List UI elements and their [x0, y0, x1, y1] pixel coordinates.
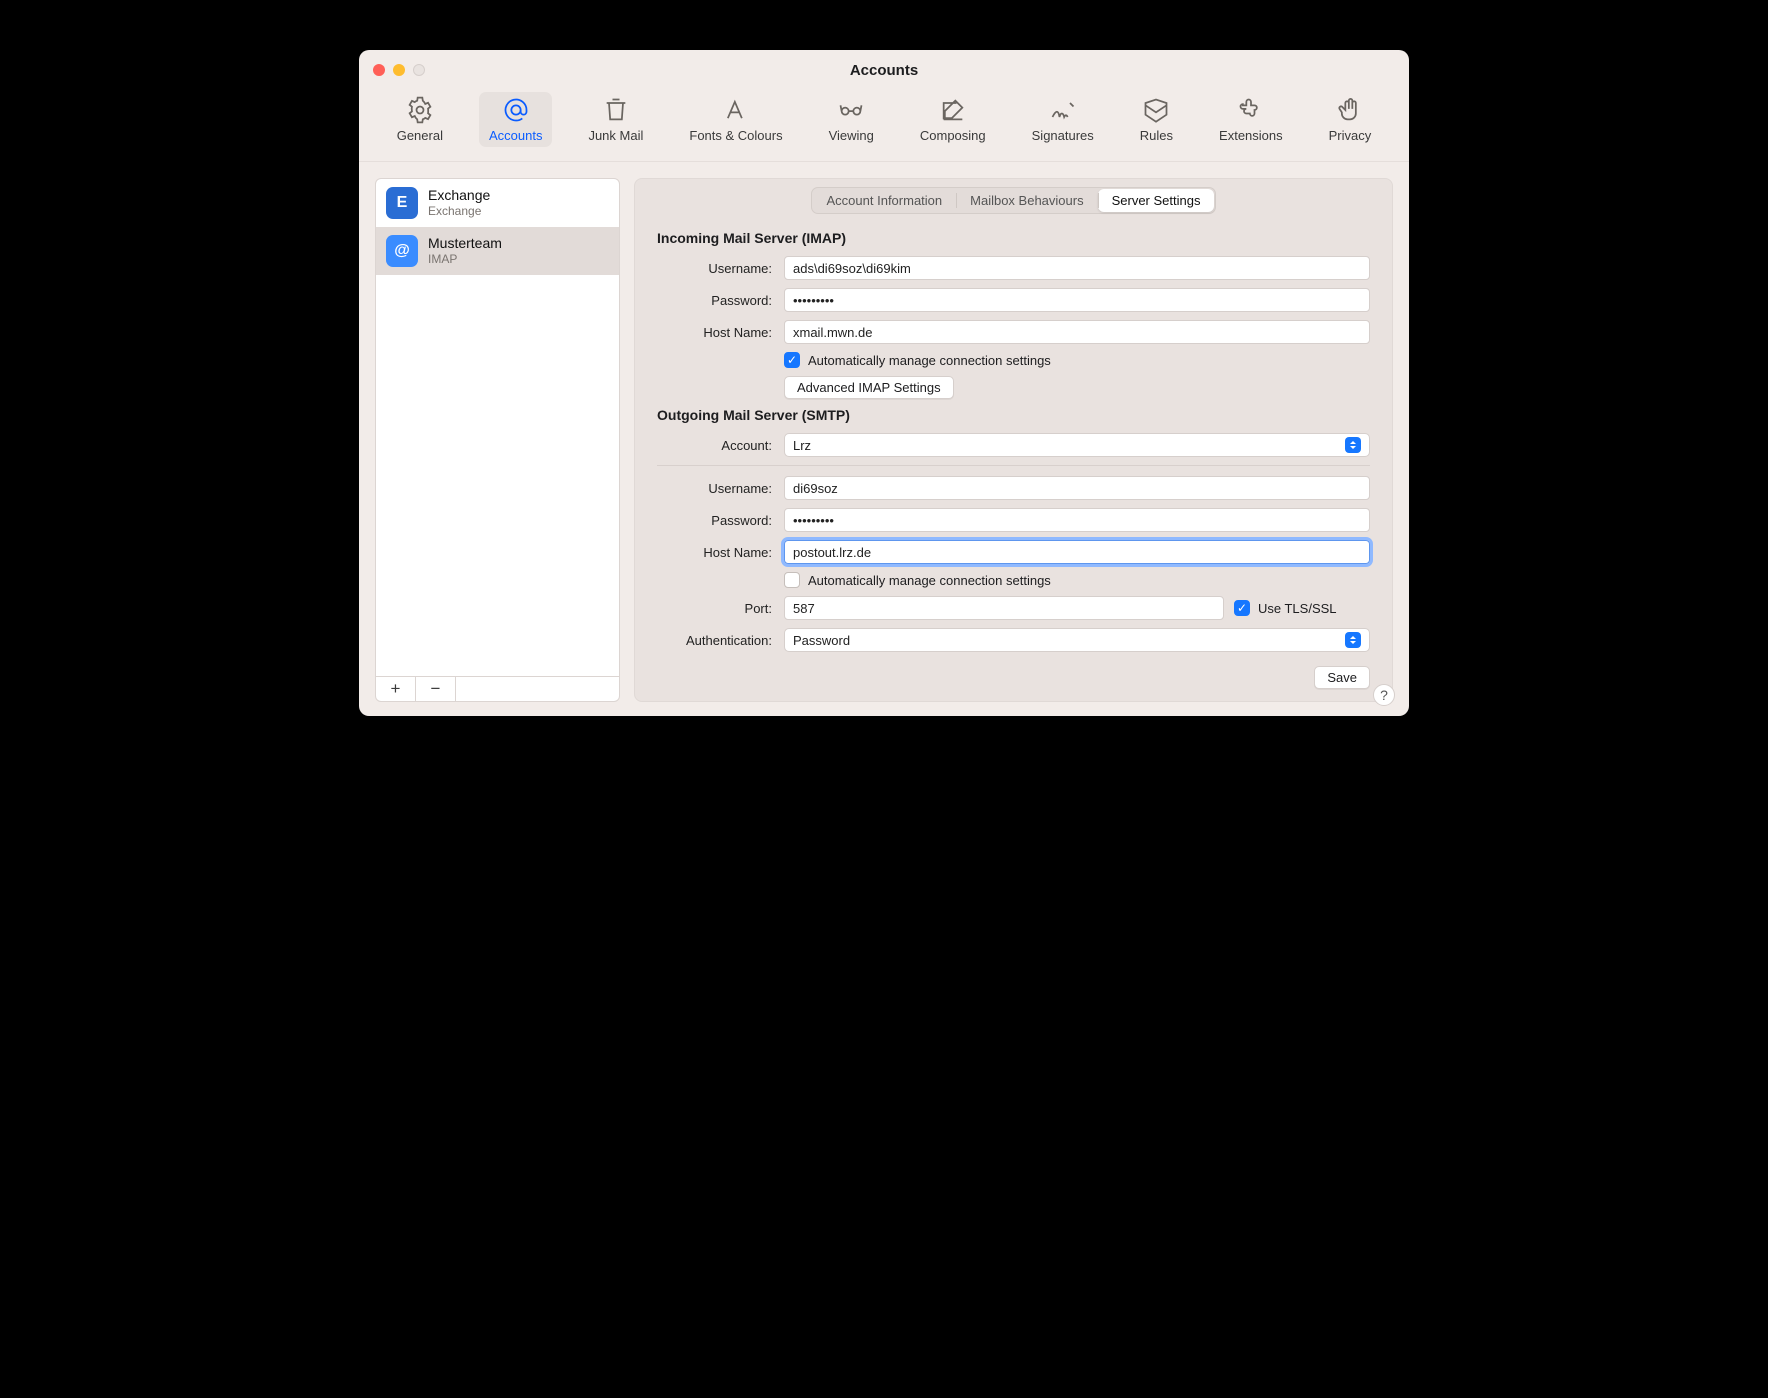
account-type: IMAP [428, 252, 502, 266]
tab-server-settings[interactable]: Server Settings [1098, 189, 1215, 212]
outgoing-auto-checkbox[interactable]: Automatically manage connection settings [784, 572, 1051, 588]
toolbar-signatures[interactable]: Signatures [1022, 92, 1104, 147]
help-button[interactable]: ? [1373, 684, 1395, 706]
incoming-auto-label: Automatically manage connection settings [808, 353, 1051, 368]
tab-bar: Account Information Mailbox Behaviours S… [635, 179, 1392, 226]
account-type: Exchange [428, 204, 490, 218]
zoom-window-button[interactable] [413, 64, 425, 76]
toolbar-extensions[interactable]: Extensions [1209, 92, 1293, 147]
toolbar-rules[interactable]: Rules [1130, 92, 1183, 147]
trash-icon [602, 96, 630, 124]
outgoing-host-input[interactable] [784, 540, 1370, 564]
toolbar-label: Accounts [489, 128, 542, 143]
minimize-window-button[interactable] [393, 64, 405, 76]
incoming-username-label: Username: [657, 261, 772, 276]
tab-mailbox-behaviours[interactable]: Mailbox Behaviours [956, 189, 1097, 212]
toolbar-label: Viewing [829, 128, 874, 143]
checkbox-checked-icon: ✓ [784, 352, 800, 368]
add-account-button[interactable]: + [376, 677, 416, 701]
outgoing-account-select[interactable]: Lrz [784, 433, 1370, 457]
outgoing-auth-value: Password [793, 633, 850, 648]
close-window-button[interactable] [373, 64, 385, 76]
incoming-password-input[interactable] [784, 288, 1370, 312]
traffic-lights [373, 64, 425, 76]
toolbar-general[interactable]: General [387, 92, 453, 147]
titlebar: Accounts [359, 50, 1409, 82]
outgoing-host-label: Host Name: [657, 545, 772, 560]
signature-icon [1049, 96, 1077, 124]
use-tls-checkbox[interactable]: ✓ Use TLS/SSL [1234, 600, 1337, 616]
chevron-updown-icon [1345, 632, 1361, 648]
toolbar-label: General [397, 128, 443, 143]
sidebar-action-spacer [456, 677, 619, 701]
toolbar-fonts-colours[interactable]: Fonts & Colours [679, 92, 792, 147]
font-icon [722, 96, 750, 124]
toolbar-label: Fonts & Colours [689, 128, 782, 143]
use-tls-label: Use TLS/SSL [1258, 601, 1337, 616]
account-name: Exchange [428, 187, 490, 204]
window-title: Accounts [359, 62, 1409, 79]
outgoing-port-label: Port: [657, 601, 772, 616]
toolbar-composing[interactable]: Composing [910, 92, 996, 147]
incoming-username-input[interactable] [784, 256, 1370, 280]
toolbar-label: Signatures [1032, 128, 1094, 143]
save-button[interactable]: Save [1314, 666, 1370, 689]
outgoing-password-label: Password: [657, 513, 772, 528]
toolbar-label: Privacy [1329, 128, 1372, 143]
compose-icon [939, 96, 967, 124]
outgoing-password-input[interactable] [784, 508, 1370, 532]
toolbar: General Accounts Junk Mail Fonts & Colou… [359, 82, 1409, 162]
outgoing-username-input[interactable] [784, 476, 1370, 500]
outgoing-account-value: Lrz [793, 438, 811, 453]
incoming-password-label: Password: [657, 293, 772, 308]
outgoing-port-input[interactable] [784, 596, 1224, 620]
accounts-sidebar: E Exchange Exchange @ Musterteam IMAP + … [375, 178, 620, 702]
toolbar-label: Extensions [1219, 128, 1283, 143]
checkbox-checked-icon: ✓ [1234, 600, 1250, 616]
settings-panel: Account Information Mailbox Behaviours S… [634, 178, 1393, 702]
toolbar-privacy[interactable]: Privacy [1319, 92, 1382, 147]
outgoing-auth-select[interactable]: Password [784, 628, 1370, 652]
toolbar-label: Junk Mail [588, 128, 643, 143]
at-icon: @ [386, 235, 418, 267]
glasses-icon [837, 96, 865, 124]
outgoing-username-label: Username: [657, 481, 772, 496]
exchange-icon: E [386, 187, 418, 219]
divider [657, 465, 1370, 466]
content-area: E Exchange Exchange @ Musterteam IMAP + … [359, 162, 1409, 716]
incoming-host-label: Host Name: [657, 325, 772, 340]
account-name: Musterteam [428, 235, 502, 252]
advanced-imap-button[interactable]: Advanced IMAP Settings [784, 376, 954, 399]
outgoing-heading: Outgoing Mail Server (SMTP) [657, 407, 1370, 423]
incoming-auto-checkbox[interactable]: ✓ Automatically manage connection settin… [784, 352, 1051, 368]
toolbar-label: Rules [1140, 128, 1173, 143]
remove-account-button[interactable]: − [416, 677, 456, 701]
tab-account-information[interactable]: Account Information [813, 189, 957, 212]
preferences-window: Accounts General Accounts Junk Mail Font… [359, 50, 1409, 716]
gear-icon [406, 96, 434, 124]
rules-icon [1142, 96, 1170, 124]
checkbox-unchecked-icon [784, 572, 800, 588]
sidebar-actions: + − [376, 676, 619, 701]
chevron-updown-icon [1345, 437, 1361, 453]
incoming-host-input[interactable] [784, 320, 1370, 344]
account-row-musterteam[interactable]: @ Musterteam IMAP [376, 227, 619, 275]
toolbar-viewing[interactable]: Viewing [819, 92, 884, 147]
outgoing-account-label: Account: [657, 438, 772, 453]
outgoing-auth-label: Authentication: [657, 633, 772, 648]
accounts-list: E Exchange Exchange @ Musterteam IMAP [376, 179, 619, 676]
at-icon [502, 96, 530, 124]
incoming-heading: Incoming Mail Server (IMAP) [657, 230, 1370, 246]
toolbar-accounts[interactable]: Accounts [479, 92, 552, 147]
server-settings-form: Incoming Mail Server (IMAP) Username: Pa… [635, 230, 1392, 652]
puzzle-icon [1237, 96, 1265, 124]
account-row-exchange[interactable]: E Exchange Exchange [376, 179, 619, 227]
toolbar-junk-mail[interactable]: Junk Mail [578, 92, 653, 147]
hand-icon [1336, 96, 1364, 124]
toolbar-label: Composing [920, 128, 986, 143]
outgoing-auto-label: Automatically manage connection settings [808, 573, 1051, 588]
